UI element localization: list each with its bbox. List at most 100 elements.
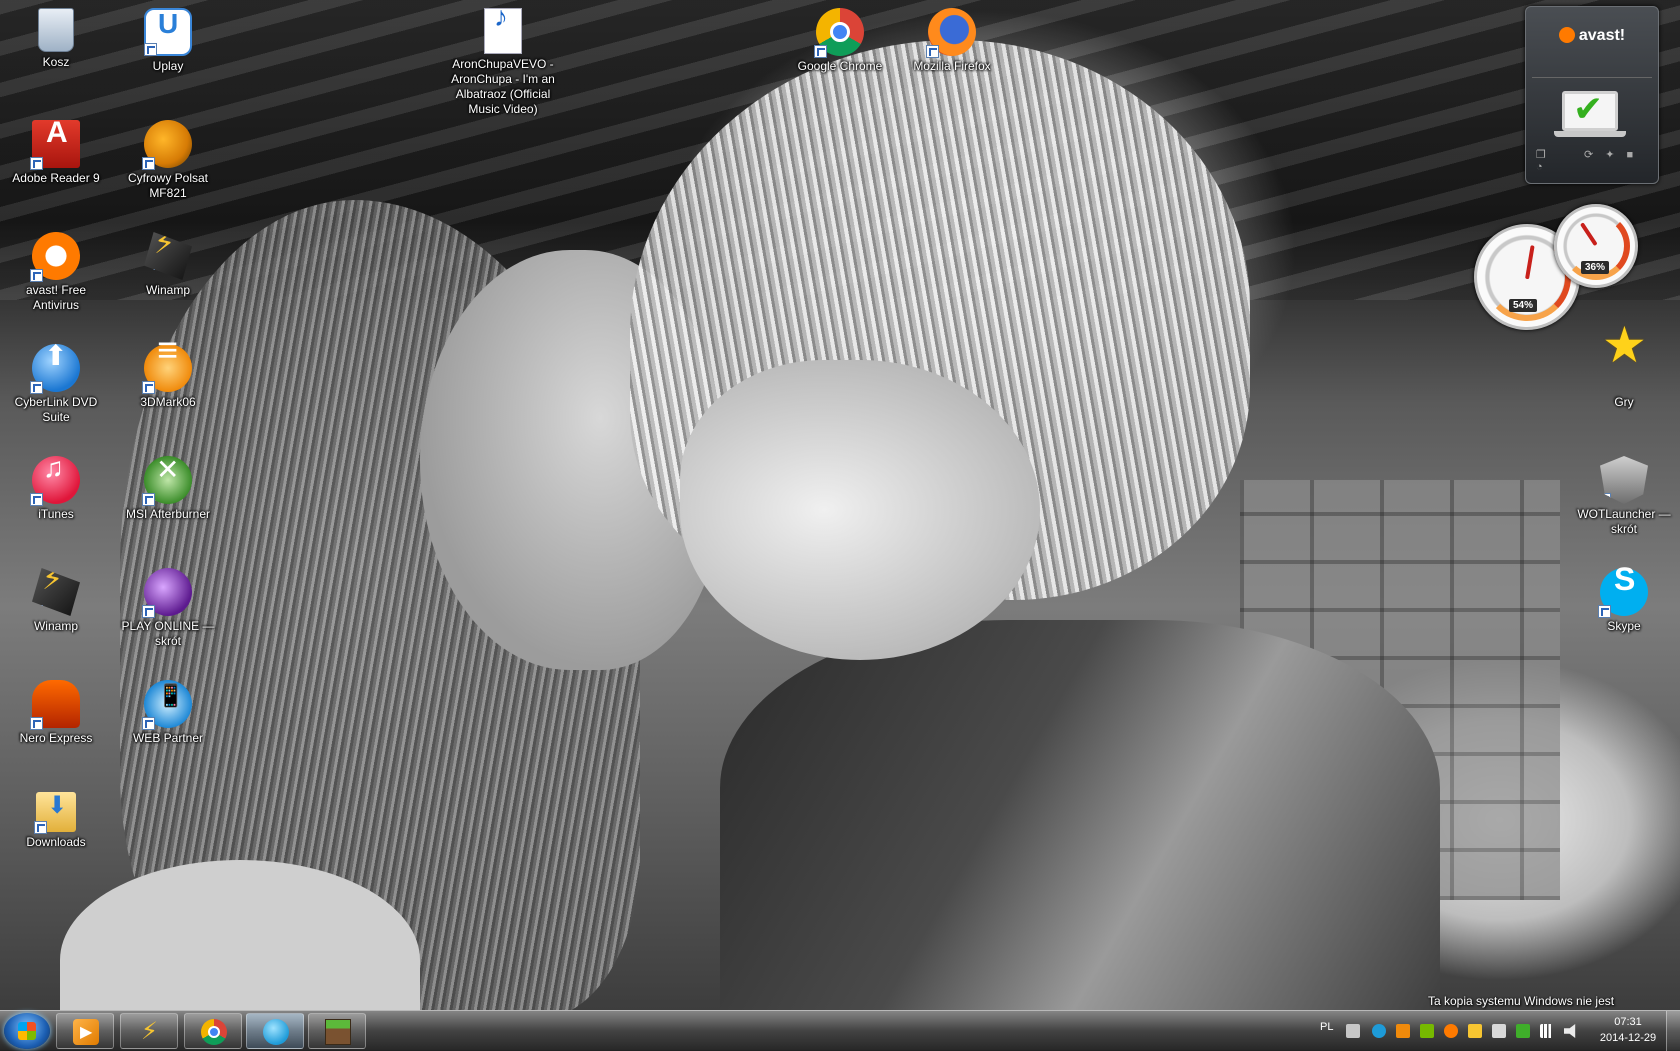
laptop-base-icon [1554, 131, 1626, 137]
blue-circle-icon [263, 1019, 289, 1045]
desktop-icon-label: PLAY ONLINE — skrót [121, 619, 215, 648]
taskbar-button-blue-app[interactable] [246, 1013, 304, 1049]
desktop-icon-winamp[interactable]: Winamp [116, 226, 220, 298]
desktop-icon-cyfrowy-polsat[interactable]: Cyfrowy Polsat MF821 [116, 114, 220, 201]
itunes-icon [30, 456, 80, 506]
blue-app-tray-icon[interactable] [1372, 1024, 1386, 1038]
desktop-icon-label: CyberLink DVD Suite [14, 395, 98, 424]
3dmark-icon [142, 342, 192, 394]
desktop-icon-msi-afterburner[interactable]: MSI Afterburner [116, 450, 220, 522]
refresh-icon[interactable]: ⟳ [1584, 148, 1593, 161]
desktop-icon-label: WOTLauncher — skrót [1577, 507, 1671, 536]
signal-strength-icon[interactable] [1540, 1024, 1554, 1038]
desktop-icon-label: 3DMark06 [140, 395, 196, 409]
desktop-icon-label: Mozilla Firefox [913, 59, 991, 73]
desktop-icon-label: Downloads [26, 835, 86, 849]
desktop-icon-skype[interactable]: Skype [1572, 562, 1676, 634]
memory-dial: 36% [1554, 204, 1638, 288]
desktop-icon-mp3-file[interactable]: AronChupaVEVO - AronChupa - I'm an Albat… [451, 2, 555, 117]
media-player-icon [73, 1019, 99, 1045]
desktop-icon-cyberlink[interactable]: CyberLink DVD Suite [4, 338, 108, 425]
desktop-icon-label: Skype [1607, 619, 1641, 633]
desktop-icon-label: Nero Express [19, 731, 93, 745]
avast-brand-text: avast! [1578, 27, 1626, 44]
avast-logo-icon [1558, 27, 1575, 43]
desktop-icon-play-online[interactable]: PLAY ONLINE — skrót [116, 562, 220, 649]
play-online-icon [142, 568, 192, 618]
nero-icon [30, 680, 80, 730]
windows-activation-watermark: Ta kopia systemu Windows nie jest [1428, 994, 1615, 1008]
security-shield-icon[interactable] [1516, 1024, 1530, 1038]
taskbar-button-minecraft[interactable] [308, 1013, 366, 1049]
avast-divider [1532, 77, 1652, 78]
desktop-icon-label: Adobe Reader 9 [12, 171, 100, 185]
system-tray: PL 07:31 2014-12-29 [1316, 1011, 1680, 1051]
desktop-icon-uplay[interactable]: Uplay [116, 2, 220, 74]
action-center-icon[interactable] [1492, 1024, 1506, 1038]
desktop-icon-label: MSI Afterburner [125, 507, 211, 521]
avast-gadget-footer: ❐ ⟳ ✦ ■ ◔ [1536, 148, 1648, 173]
3dmark-tray-icon[interactable] [1396, 1024, 1410, 1038]
avast-gadget[interactable]: avast! ✔ ❐ ⟳ ✦ ■ ◔ [1525, 6, 1659, 184]
wallpaper-face-right [680, 360, 1040, 660]
desktop-icon-avast[interactable]: avast! Free Antivirus [4, 226, 108, 313]
desktop-icon-label: Cyfrowy Polsat MF821 [127, 171, 209, 200]
desktop-icon-label: Google Chrome [797, 59, 883, 73]
chrome-icon [201, 1019, 227, 1045]
desktop-icon-google-chrome[interactable]: Google Chrome [788, 2, 892, 74]
desktop-icon-mozilla-firefox[interactable]: Mozilla Firefox [900, 2, 1004, 74]
desktop-icon-web-partner[interactable]: WEB Partner [116, 674, 220, 746]
cpu-readout: 54% [1509, 299, 1538, 312]
desktop-icon-label: Uplay [152, 59, 184, 73]
checkmark-icon: ✔ [1573, 88, 1604, 129]
avast-brand: avast! [1526, 27, 1658, 45]
desktop-icon-label: Winamp [33, 619, 78, 633]
taskbar-button-media-player[interactable] [56, 1013, 114, 1049]
uplay-icon [144, 8, 192, 56]
desktop-icon-3dmark[interactable]: 3DMark06 [116, 338, 220, 410]
wot-launcher-icon [1600, 456, 1648, 504]
desktop-icon-adobe-reader[interactable]: Adobe Reader 9 [4, 114, 108, 186]
desktop-icon-gry[interactable]: Gry [1572, 338, 1676, 410]
taskbar: PL 07:31 2014-12-29 [0, 1010, 1680, 1051]
winamp-icon [137, 1017, 163, 1046]
adobe-reader-icon [30, 120, 80, 170]
desktop-icon-downloads[interactable]: Downloads [4, 786, 108, 850]
taskbar-button-winamp[interactable] [120, 1013, 178, 1049]
twitter-icon[interactable]: ✦ [1605, 148, 1614, 161]
desktop-icon-label: avast! Free Antivirus [25, 283, 87, 312]
desktop-icon-label: Gry [1614, 395, 1634, 409]
language-indicator[interactable]: PL [1320, 1021, 1333, 1033]
cyfrowy-polsat-icon [142, 120, 192, 170]
cpu-meter-gadget[interactable]: 54% 36% [1474, 204, 1644, 334]
avast-tray-icon[interactable] [1444, 1024, 1458, 1038]
rss-icon[interactable]: ◔ [1536, 161, 1543, 173]
downloads-folder-icon [34, 792, 76, 834]
desktop-icon-winamp-2[interactable]: Winamp [4, 562, 108, 634]
facebook-icon[interactable]: ■ [1627, 149, 1634, 161]
window-icon[interactable]: ❐ [1536, 148, 1546, 161]
desktop-icon-nero-express[interactable]: Nero Express [4, 674, 108, 746]
minecraft-icon [325, 1019, 351, 1045]
desktop-icon-wot-launcher[interactable]: WOTLauncher — skrót [1572, 450, 1676, 537]
winamp-tray-icon[interactable] [1468, 1024, 1482, 1038]
nvidia-icon[interactable] [1420, 1024, 1434, 1038]
memory-readout: 36% [1581, 261, 1610, 274]
desktop-icon-label: WEB Partner [132, 731, 204, 745]
desktop-icon-recycle-bin[interactable]: Kosz [4, 2, 108, 70]
taskbar-button-chrome[interactable] [184, 1013, 242, 1049]
firefox-icon [926, 8, 976, 58]
keyboard-icon[interactable] [1346, 1024, 1360, 1038]
desktop-icon-itunes[interactable]: iTunes [4, 450, 108, 522]
skype-icon [1598, 568, 1648, 618]
winamp-icon [32, 568, 80, 616]
start-button[interactable] [4, 1013, 50, 1049]
winamp-icon [144, 232, 192, 280]
desktop-icon-label: iTunes [38, 507, 74, 521]
show-desktop-button[interactable] [1666, 1011, 1680, 1051]
clock-date: 2014-12-29 [1599, 1032, 1657, 1044]
clock[interactable]: 07:31 2014-12-29 [1588, 1014, 1668, 1046]
avast-icon [30, 232, 80, 282]
chrome-icon [814, 8, 864, 58]
volume-icon[interactable] [1564, 1024, 1576, 1038]
